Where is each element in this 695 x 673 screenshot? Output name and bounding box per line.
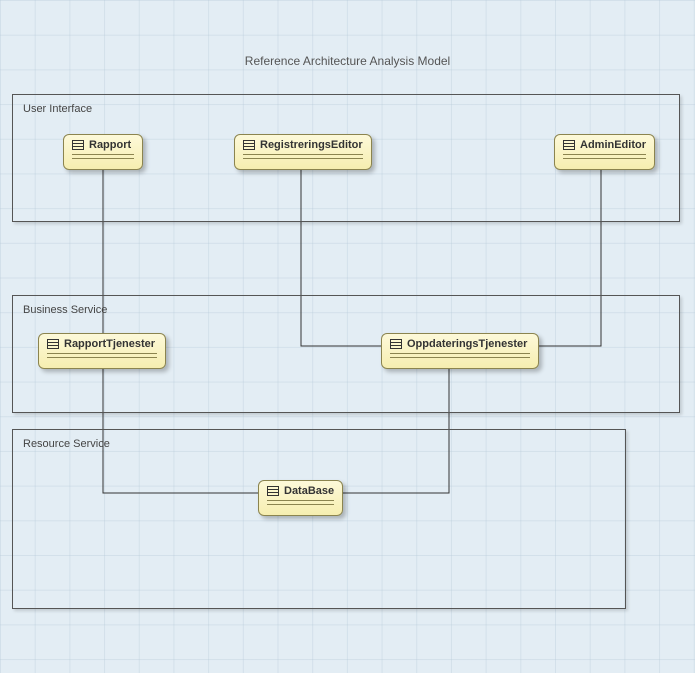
class-icon (47, 339, 59, 349)
class-icon (72, 140, 84, 150)
class-oppdaterings-tjenester[interactable]: OppdateringsTjenester (381, 333, 539, 369)
class-admin-editor[interactable]: AdminEditor (554, 134, 655, 170)
layer-label-resource: Resource Service (23, 438, 110, 450)
class-icon (243, 140, 255, 150)
class-name-oppdaterings-tjenester: OppdateringsTjenester (407, 338, 527, 350)
class-icon (563, 140, 575, 150)
diagram-title: Reference Architecture Analysis Model (0, 54, 695, 68)
class-name-registrerings-editor: RegistreringsEditor (260, 139, 363, 151)
class-registrerings-editor[interactable]: RegistreringsEditor (234, 134, 372, 170)
layer-label-business: Business Service (23, 304, 107, 316)
class-icon (390, 339, 402, 349)
class-name-database: DataBase (284, 485, 334, 497)
class-rapport[interactable]: Rapport (63, 134, 143, 170)
class-name-admin-editor: AdminEditor (580, 139, 646, 151)
class-rapport-tjenester[interactable]: RapportTjenester (38, 333, 166, 369)
class-name-rapport: Rapport (89, 139, 131, 151)
layer-resource-service: Resource Service (12, 429, 626, 609)
class-icon (267, 486, 279, 496)
class-name-rapport-tjenester: RapportTjenester (64, 338, 155, 350)
layer-label-ui: User Interface (23, 103, 92, 115)
class-database[interactable]: DataBase (258, 480, 343, 516)
